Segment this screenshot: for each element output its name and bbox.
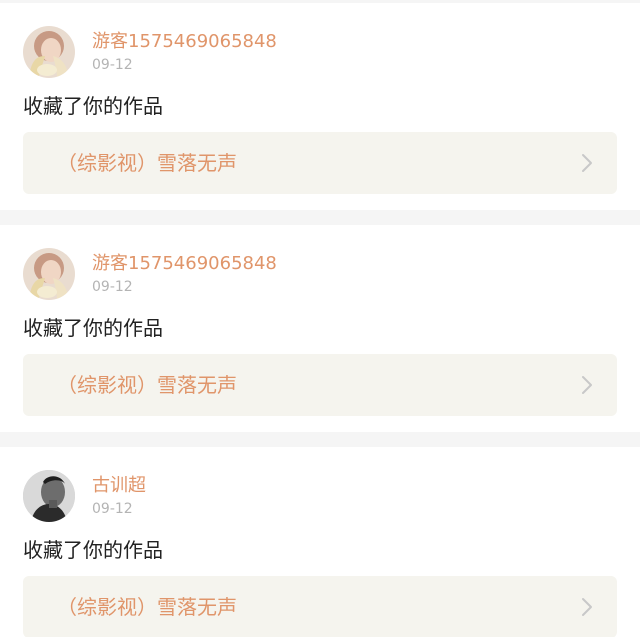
action-text: 收藏了你的作品 — [23, 94, 163, 118]
notification-card: 古训超 09-12 收藏了你的作品 （综影视）雪落无声 — [0, 447, 640, 637]
notification-card: 游客1575469065848 09-12 收藏了你的作品 （综影视）雪落无声 — [0, 3, 640, 210]
avatar[interactable] — [23, 248, 75, 300]
avatar[interactable] — [23, 26, 75, 78]
timestamp: 09-12 — [92, 279, 133, 295]
work-title: （综影视）雪落无声 — [57, 595, 237, 619]
notification-card: 游客1575469065848 09-12 收藏了你的作品 （综影视）雪落无声 — [0, 225, 640, 432]
work-link[interactable]: （综影视）雪落无声 — [23, 354, 617, 416]
avatar-image — [23, 26, 75, 78]
avatar-image — [23, 470, 75, 522]
timestamp: 09-12 — [92, 501, 133, 517]
action-text: 收藏了你的作品 — [23, 316, 163, 340]
username[interactable]: 古训超 — [92, 475, 146, 497]
timestamp: 09-12 — [92, 57, 133, 73]
username[interactable]: 游客1575469065848 — [92, 253, 277, 275]
chevron-right-icon — [582, 376, 592, 394]
work-title: （综影视）雪落无声 — [57, 151, 237, 175]
avatar-image — [23, 248, 75, 300]
chevron-right-icon — [582, 598, 592, 616]
work-link[interactable]: （综影视）雪落无声 — [23, 132, 617, 194]
username[interactable]: 游客1575469065848 — [92, 31, 277, 53]
notification-feed: 游客1575469065848 09-12 收藏了你的作品 （综影视）雪落无声 … — [0, 0, 640, 637]
avatar[interactable] — [23, 470, 75, 522]
work-link[interactable]: （综影视）雪落无声 — [23, 576, 617, 637]
work-title: （综影视）雪落无声 — [57, 373, 237, 397]
action-text: 收藏了你的作品 — [23, 538, 163, 562]
chevron-right-icon — [582, 154, 592, 172]
